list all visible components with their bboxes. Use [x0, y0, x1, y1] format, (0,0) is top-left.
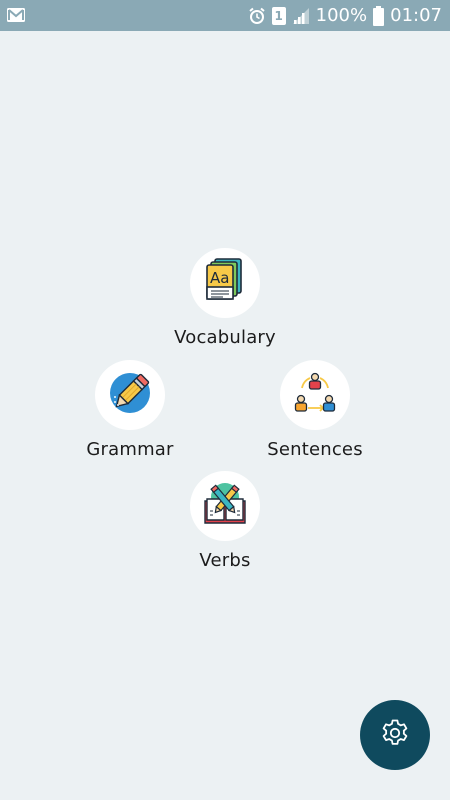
sentences-label: Sentences: [267, 439, 363, 460]
grammar-button[interactable]: [95, 360, 165, 430]
open-book-pencils-icon: [202, 481, 248, 531]
battery-icon: [373, 5, 385, 26]
gear-icon: [380, 718, 410, 752]
book-aa-icon: Aa: [205, 258, 245, 308]
menu-item-vocabulary[interactable]: Aa Vocabulary: [150, 248, 300, 348]
signal-icon: [292, 7, 310, 25]
vocabulary-button[interactable]: Aa: [190, 248, 260, 318]
battery-percent: 100%: [315, 5, 368, 26]
alarm-icon: [248, 7, 266, 25]
status-bar: 1 100% 01:07: [0, 0, 450, 31]
sim-icon: 1: [271, 6, 286, 25]
grammar-label: Grammar: [86, 439, 174, 460]
svg-text:Aa: Aa: [210, 269, 229, 287]
mail-icon: [6, 6, 26, 24]
menu-item-verbs[interactable]: Verbs: [150, 471, 300, 571]
people-conversation-icon: [292, 370, 338, 420]
menu-item-sentences[interactable]: Sentences: [240, 360, 390, 460]
sentences-button[interactable]: [280, 360, 350, 430]
settings-fab-button[interactable]: [360, 700, 430, 770]
vocabulary-label: Vocabulary: [174, 327, 276, 348]
pencil-icon: [107, 370, 153, 420]
clock: 01:07: [390, 5, 442, 26]
menu-item-grammar[interactable]: Grammar: [55, 360, 205, 460]
status-indicators: 1 100% 01:07: [248, 0, 442, 31]
verbs-button[interactable]: [190, 471, 260, 541]
verbs-label: Verbs: [199, 550, 251, 571]
